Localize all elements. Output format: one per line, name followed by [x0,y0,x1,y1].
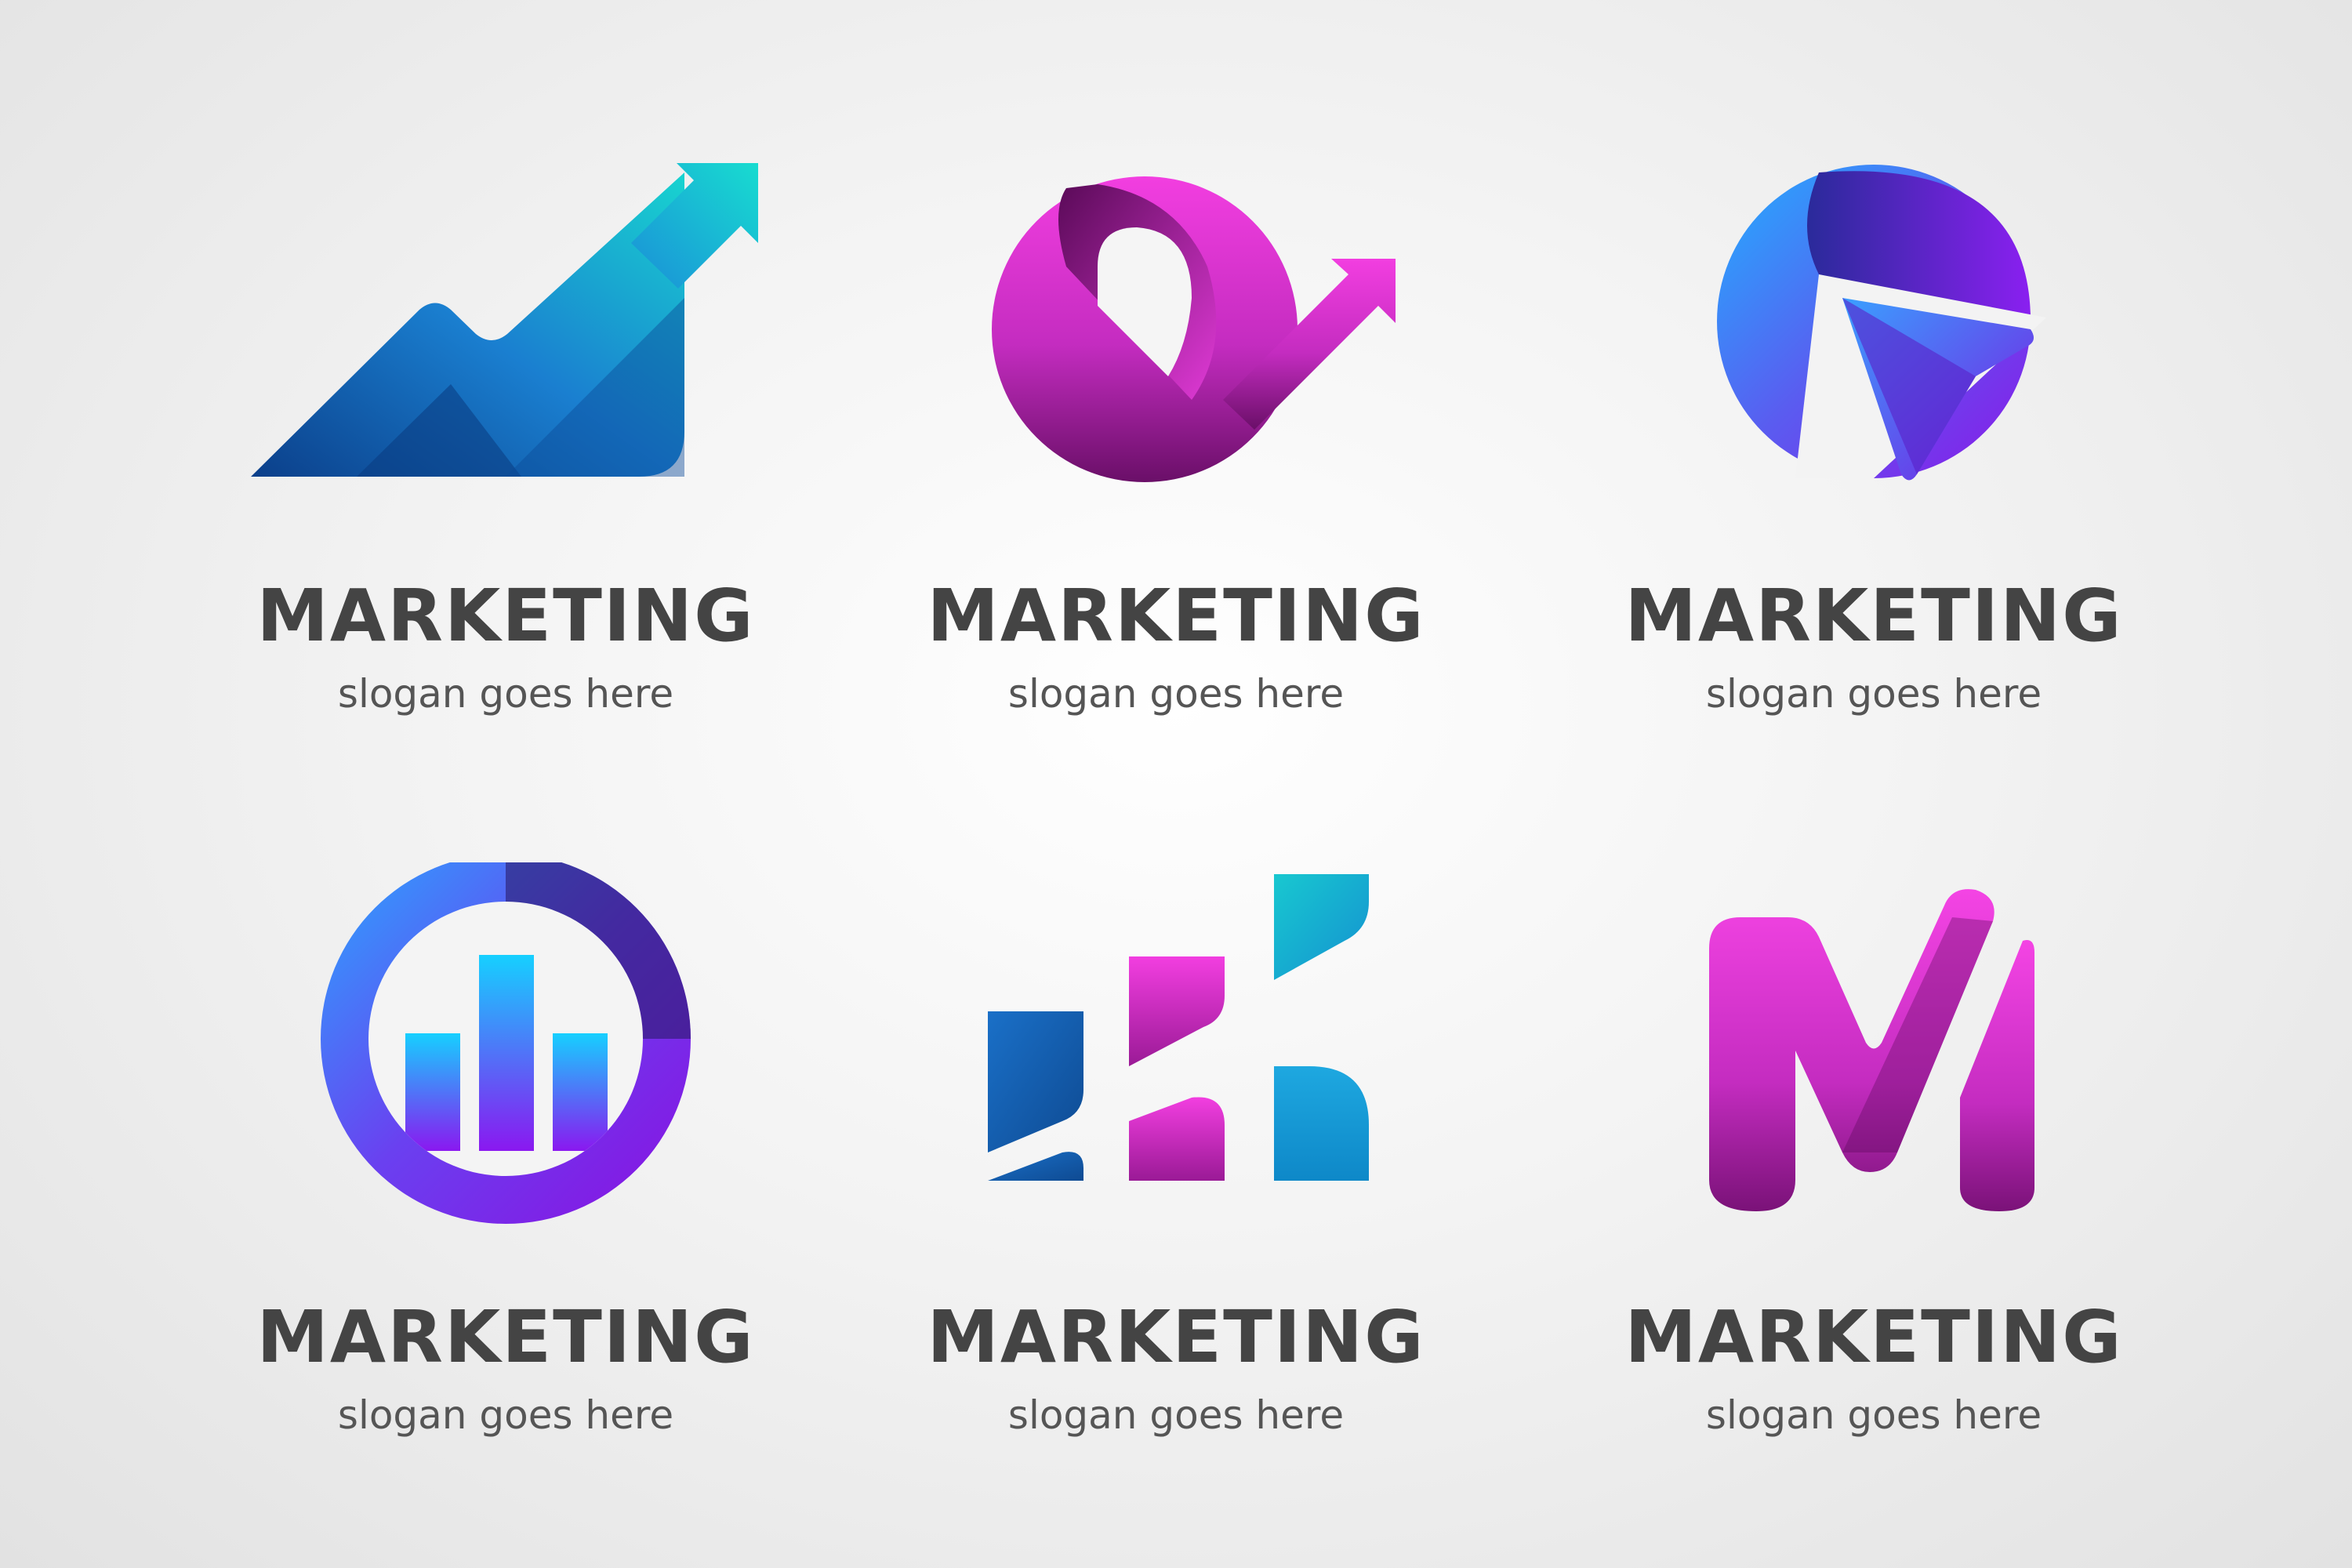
logo-slogan: slogan goes here [1705,1392,2042,1438]
logo-card-6: MARKETING slogan goes here [1560,862,2187,1490]
logo-slogan: slogan goes here [337,1392,674,1438]
logo-card-3: MARKETING slogan goes here [1560,141,2187,768]
logo-slogan: slogan goes here [1007,671,1345,717]
logo-name: MARKETING [927,574,1425,658]
logo-slogan: slogan goes here [1007,1392,1345,1438]
logo-card-1: MARKETING slogan goes here [192,141,819,768]
logo-card-2: MARKETING slogan goes here [862,141,1490,768]
logo-name: MARKETING [1624,1295,2123,1379]
logo-name: MARKETING [1624,574,2123,658]
letter-m-icon [1560,862,2187,1301]
logo-slogan: slogan goes here [1705,671,2042,717]
circle-arrow-icon [862,141,1490,580]
bar-chart-ring-icon [192,862,819,1301]
logo-card-4: MARKETING slogan goes here [192,862,819,1490]
paper-plane-circle-icon [1560,141,2187,580]
logo-name: MARKETING [256,1295,755,1379]
logo-slogan: slogan goes here [337,671,674,717]
rising-arrow-chart-icon [192,141,819,580]
logo-card-5: MARKETING slogan goes here [862,862,1490,1490]
logo-name: MARKETING [927,1295,1425,1379]
logo-name: MARKETING [256,574,755,658]
stepped-blocks-icon [862,862,1490,1301]
